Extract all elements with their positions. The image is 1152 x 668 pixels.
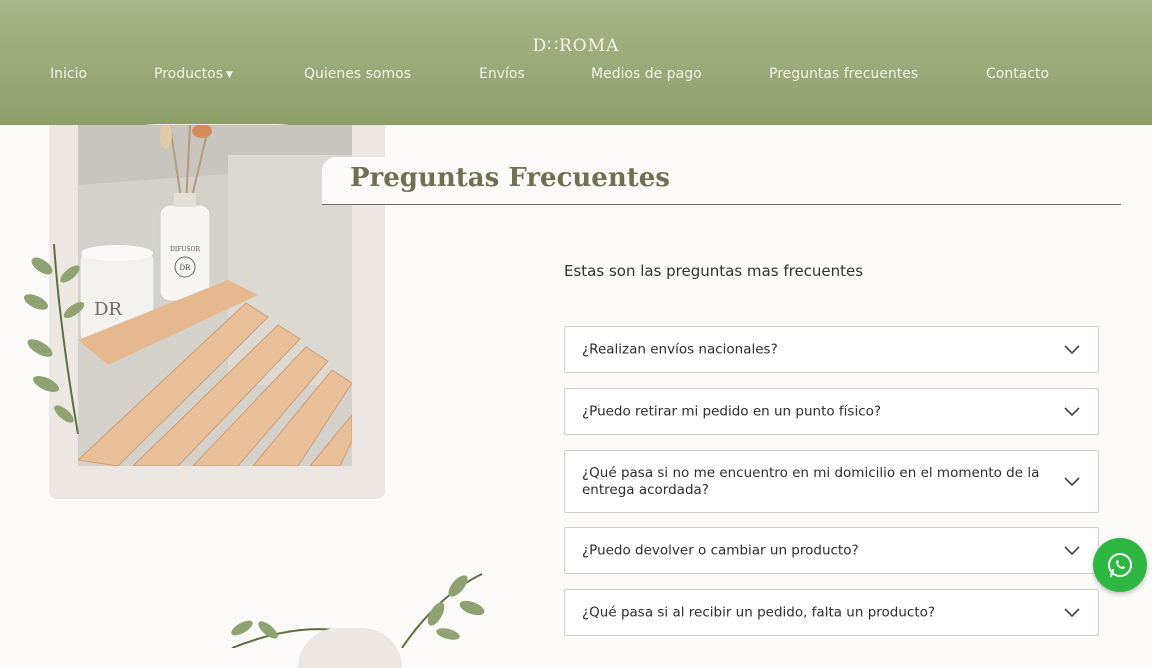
product-photo: DIFUSOR DR DR <box>78 125 352 466</box>
nav-item-medios-de-pago[interactable]: Medios de pago <box>591 66 702 82</box>
faq-item[interactable]: ¿Realizan envíos nacionales? <box>564 326 1099 373</box>
diffuser-logo: DR <box>180 264 192 272</box>
nav-item-label: Productos <box>154 66 224 82</box>
site-logo[interactable]: D∷ROMA <box>0 36 1152 56</box>
faq-question: ¿Puedo devolver o cambiar un producto? <box>582 542 859 558</box>
nav-item-envios[interactable]: Envíos <box>479 66 525 82</box>
faq-item[interactable]: ¿Qué pasa si no me encuentro en mi domic… <box>564 450 1099 513</box>
whatsapp-icon <box>1108 553 1132 578</box>
faq-intro: Estas son las preguntas mas frecuentes <box>564 262 864 280</box>
faq-question: ¿Puedo retirar mi pedido en un punto fís… <box>582 403 882 419</box>
faq-item[interactable]: ¿Puedo retirar mi pedido en un punto fís… <box>564 388 1099 435</box>
faq-item[interactable]: ¿Qué pasa si al recibir un pedido, falta… <box>564 589 1099 636</box>
caret-down-icon: ▼ <box>226 70 233 80</box>
candle-diffuser-illustration: DIFUSOR DR DR <box>78 125 352 466</box>
whatsapp-chat-button[interactable] <box>1093 538 1147 592</box>
faq-question: ¿Qué pasa si no me encuentro en mi domic… <box>582 464 1040 498</box>
chevron-down-icon <box>1064 607 1080 617</box>
faq-question: ¿Realizan envíos nacionales? <box>582 341 778 357</box>
chevron-down-icon <box>1064 476 1080 486</box>
nav-item-inicio[interactable]: Inicio <box>50 66 87 82</box>
candle-label: DR <box>94 299 122 320</box>
diffuser-label: DIFUSOR <box>170 246 200 253</box>
nav-item-quienes-somos[interactable]: Quienes somos <box>304 66 411 82</box>
faq-question: ¿Qué pasa si al recibir un pedido, falta… <box>582 604 936 620</box>
nav-item-preguntas-frecuentes[interactable]: Preguntas frecuentes <box>769 66 918 82</box>
chevron-down-icon <box>1064 344 1080 354</box>
page-title: Preguntas Frecuentes <box>350 163 670 193</box>
title-divider <box>322 204 1121 205</box>
main-nav: Inicio Productos ▼ Quienes somos Envíos M… <box>0 66 1152 86</box>
faq-item[interactable]: ¿Puedo devolver o cambiar un producto? <box>564 527 1099 574</box>
leaf-branch-decoration <box>23 244 85 434</box>
chevron-down-icon <box>1064 406 1080 416</box>
nav-item-productos[interactable]: Productos ▼ <box>154 66 233 82</box>
chevron-down-icon <box>1064 545 1080 555</box>
nav-item-contacto[interactable]: Contacto <box>986 66 1049 82</box>
site-header: D∷ROMA Inicio Productos ▼ Quienes somos E… <box>0 0 1152 125</box>
